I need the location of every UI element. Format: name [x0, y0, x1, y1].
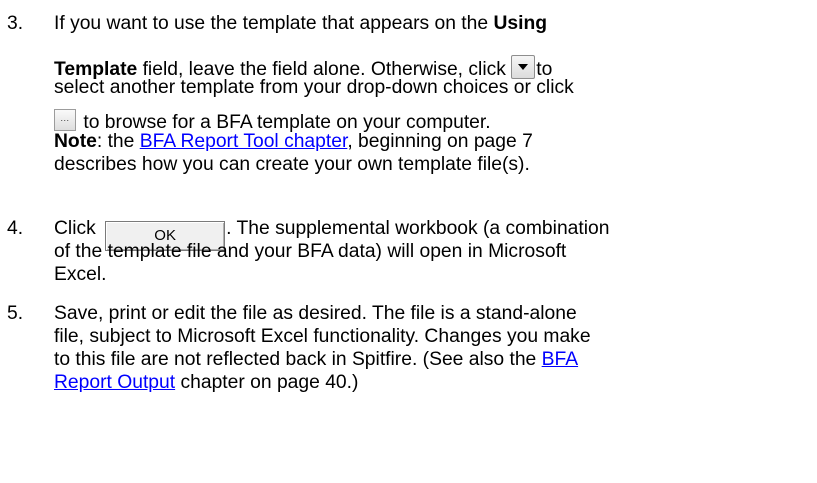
step-5-line-2: file, subject to Microsoft Excel functio…	[54, 327, 591, 346]
browse-button[interactable]: ...	[54, 109, 76, 131]
report-output-link[interactable]: Report Output	[54, 372, 175, 393]
dropdown-button[interactable]	[511, 55, 536, 79]
note-label: Note	[54, 131, 97, 152]
step-5-line-4: Report Output chapter on page 40.)	[54, 373, 358, 392]
step-4-line-3: Excel.	[54, 265, 107, 284]
text: , beginning on page 7	[347, 131, 533, 152]
text: to this file are not reflected back in S…	[54, 349, 542, 370]
field-name-bold: Using	[493, 13, 548, 34]
step-3-line-4: ... to browse for a BFA template on your…	[54, 109, 491, 132]
text: file, subject to Microsoft Excel functio…	[54, 326, 591, 347]
ellipsis-icon: ...	[60, 113, 70, 123]
text: select another template from your drop-d…	[54, 77, 574, 98]
text: . The supplemental workbook (a combinati…	[226, 218, 610, 239]
step-number: 4.	[7, 218, 24, 239]
text: chapter on page 40.)	[175, 372, 359, 393]
step-4-line-2: of the template file and your BFA data) …	[54, 242, 566, 261]
text: : the	[96, 131, 140, 152]
step-3-line-3: select another template from your drop-d…	[54, 78, 574, 97]
bfa-link[interactable]: BFA	[542, 349, 578, 370]
text: describes how you can create your own te…	[54, 154, 530, 175]
step-3-line-2: Template field, leave the field alone. O…	[54, 55, 552, 79]
step-5-line-1: Save, print or edit the file as desired.…	[54, 304, 577, 323]
text: Click	[54, 218, 102, 239]
text: Excel.	[54, 264, 107, 285]
step-3-line-6: describes how you can create your own te…	[54, 155, 530, 174]
bfa-report-tool-link[interactable]: BFA Report Tool chapter	[140, 131, 348, 152]
text: of the template file and your BFA data) …	[54, 241, 567, 262]
text: If you want to use the template that app…	[54, 13, 494, 34]
step-number: 5.	[7, 303, 24, 324]
step-5-line-3: to this file are not reflected back in S…	[54, 350, 578, 369]
text: to browse for a BFA template on your com…	[78, 112, 491, 133]
step-3-line-1: If you want to use the template that app…	[54, 14, 547, 33]
instructions-page: 3. If you want to use the template that …	[0, 0, 817, 483]
text: Save, print or edit the file as desired.…	[54, 303, 577, 324]
dropdown-arrow-icon	[518, 64, 529, 70]
step-3-line-5: Note: the BFA Report Tool chapter, begin…	[54, 132, 533, 151]
step-number: 3.	[7, 13, 24, 34]
